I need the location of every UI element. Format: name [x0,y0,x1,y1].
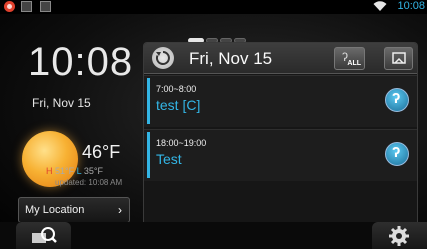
read-event-button[interactable]: ʔ [385,142,409,166]
download-icon [40,1,51,12]
status-bar: 10:08 [0,0,427,14]
event-title: Test [156,151,182,167]
ear-icon: ʔ [392,90,401,107]
all-label: ALL [347,60,361,67]
low-temp: 35°F [83,166,103,176]
event-item[interactable]: 7:00~8:00 test [C] ʔ [144,75,417,127]
home-stage: 10:08 Fri, Nov 15 46°F H 51°F L 35°F upd… [0,14,427,249]
search-button[interactable] [16,222,71,249]
current-temp: 46°F [82,142,121,162]
chevron-right-icon: › [118,203,122,217]
settings-button[interactable] [372,222,427,249]
notification-icon [4,1,15,12]
event-color-bar [147,78,150,124]
event-item[interactable]: 18:00~19:00 Test ʔ [144,129,417,181]
event-title: test [C] [156,97,201,113]
my-location-label: My Location [25,204,85,216]
ear-icon: ʔ [392,144,401,161]
my-location-button[interactable]: My Location › [18,197,130,223]
bottom-bar [0,222,427,249]
event-time: 7:00~8:00 [156,84,197,94]
hi-lo-temps: H 51°F L 35°F [46,166,103,176]
calendar-panel: Fri, Nov 15 ʔ ALL 7:00~8:00 test [C] ʔ 1… [143,42,418,226]
status-time: 10:08 [397,0,425,12]
date-label: Fri, Nov 15 [32,96,91,110]
high-label: H [46,166,53,176]
switch-icon [392,52,406,64]
event-time: 18:00~19:00 [156,138,207,148]
read-all-button[interactable]: ʔ ALL [334,47,365,70]
clock: 10:08 [28,40,134,84]
calendar-date: Fri, Nov 15 [189,49,273,68]
gear-icon [389,226,409,246]
search-icon [32,227,57,243]
event-color-bar [147,132,150,178]
refresh-button[interactable] [152,47,174,69]
weather-widget[interactable]: 46°F H 51°F L 35°F updated: 10:08 AM [0,118,135,192]
wifi-icon [373,1,387,11]
refresh-icon [155,51,170,65]
read-event-button[interactable]: ʔ [385,88,409,112]
updated-time: updated: 10:08 AM [55,178,123,187]
low-label: L [76,166,82,176]
calendar-header: Fri, Nov 15 ʔ ALL [144,43,417,74]
switch-view-button[interactable] [384,47,413,70]
list-icon [21,1,32,12]
high-temp: 51°F [55,166,75,176]
